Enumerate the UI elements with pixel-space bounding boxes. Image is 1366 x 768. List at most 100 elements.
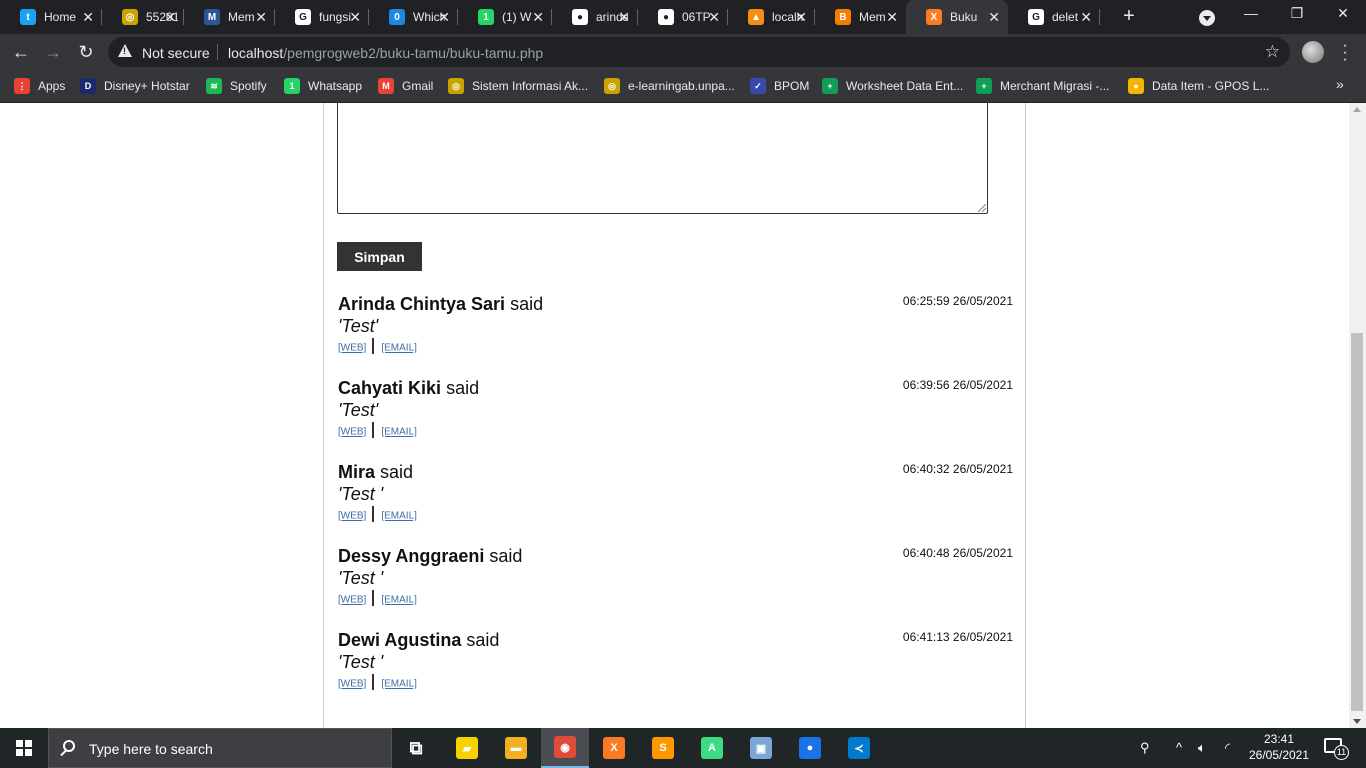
page-scrollbar[interactable] <box>1349 103 1366 728</box>
more-bookmarks-chevron-icon[interactable]: » <box>1336 76 1344 92</box>
volume-icon[interactable]: 🔈︎ <box>1198 740 1206 756</box>
bookmark-item[interactable]: M Gmail <box>378 78 433 94</box>
taskbar-app-button[interactable]: ◉ <box>541 728 589 768</box>
unpad-logo-icon: ◎ <box>604 78 620 94</box>
address-bar[interactable]: Not secure localhost/pemgrogweb2/buku-ta… <box>108 37 1290 67</box>
browser-tab[interactable]: ◎ 55201 ✕ <box>102 0 184 34</box>
email-link[interactable]: [EMAIL] <box>381 343 417 354</box>
close-tab-icon[interactable]: ✕ <box>988 9 1000 25</box>
web-link[interactable]: [WEB] <box>338 343 366 354</box>
author-name: Mira <box>338 462 376 482</box>
taskbar-app-button[interactable]: ● <box>786 728 834 768</box>
start-button[interactable] <box>0 728 48 768</box>
web-link[interactable]: [WEB] <box>338 511 366 522</box>
taskbar-app-button[interactable]: ≺ <box>835 728 883 768</box>
more-menu-icon[interactable]: · · · <box>1340 38 1350 68</box>
close-tab-icon[interactable]: ✕ <box>618 9 630 25</box>
forward-arrow-icon[interactable]: → <box>42 41 64 63</box>
scroll-down-arrow-icon[interactable] <box>1353 719 1361 724</box>
wifi-icon[interactable]: ◜ <box>1225 740 1230 756</box>
entry-timestamp: 06:25:59 26/05/2021 <box>902 294 1013 308</box>
taskbar-app-button[interactable]: X <box>590 728 638 768</box>
email-link[interactable]: [EMAIL] <box>381 511 417 522</box>
bookmark-item[interactable]: + Merchant Migrasi -... <box>976 78 1109 94</box>
tab-search-icon[interactable] <box>1199 10 1215 26</box>
browser-tab[interactable]: t Home ✕ <box>0 0 102 34</box>
close-tab-icon[interactable]: ✕ <box>438 9 450 25</box>
close-window-button[interactable]: ✕ <box>1333 5 1353 22</box>
profile-avatar[interactable] <box>1302 41 1324 63</box>
browser-tab[interactable]: Gfungsi ✕ <box>275 0 369 34</box>
bookmark-item[interactable]: 1 Whatsapp <box>284 78 362 94</box>
bookmark-item[interactable]: ⋮ Apps <box>14 78 65 94</box>
browser-tab[interactable]: B Mem ✕ <box>815 0 906 34</box>
omnibox-divider <box>217 44 218 60</box>
bookmark-item[interactable]: ◎ e-learningab.unpa... <box>604 78 735 94</box>
taskbar-app-button[interactable]: S <box>639 728 687 768</box>
taskbar-app-button[interactable]: ▣ <box>737 728 785 768</box>
close-tab-icon[interactable]: ✕ <box>886 9 898 25</box>
browser-tab[interactable]: 0 Which ✕ <box>369 0 458 34</box>
close-tab-icon[interactable]: ✕ <box>349 9 361 25</box>
browser-tab[interactable]: 1 (1) W ✕ <box>458 0 552 34</box>
web-link[interactable]: [WEB] <box>338 679 366 690</box>
bookmark-item[interactable]: + Worksheet Data Ent... <box>822 78 963 94</box>
bookmark-label: Whatsapp <box>308 79 363 93</box>
scrollbar-thumb[interactable] <box>1351 333 1363 711</box>
system-clock[interactable]: 23:41 26/05/2021 <box>1244 731 1314 763</box>
email-link[interactable]: [EMAIL] <box>381 679 417 690</box>
browser-tab[interactable]: M Mem ✕ <box>184 0 275 34</box>
minimize-button[interactable]: — <box>1241 5 1261 21</box>
url-text[interactable]: localhost/pemgrogweb2/buku-tamu/buku-tam… <box>228 45 543 61</box>
bookmark-star-icon[interactable]: ☆ <box>1265 42 1280 62</box>
new-tab-button[interactable]: + <box>1118 5 1140 28</box>
message-textarea[interactable] <box>337 103 988 214</box>
browser-tab[interactable]: Gdelet ✕ <box>1008 0 1100 34</box>
sheets-icon: + <box>822 78 838 94</box>
bpom-icon: ✓ <box>750 78 766 94</box>
bookmark-label: Merchant Migrasi -... <box>1000 79 1110 93</box>
back-arrow-icon[interactable]: ← <box>10 41 32 63</box>
save-button[interactable]: Simpan <box>337 242 422 271</box>
browser-tab[interactable]: X Buku ✕ <box>906 0 1008 34</box>
people-icon[interactable]: ⚲ <box>1140 740 1150 756</box>
browser-tab[interactable]: ▲ localh ✕ <box>728 0 815 34</box>
github-icon: ● <box>572 9 588 25</box>
bookmark-item[interactable]: ◎ Sistem Informasi Ak... <box>448 78 588 94</box>
resize-handle-icon[interactable] <box>978 204 986 212</box>
email-link[interactable]: [EMAIL] <box>381 595 417 606</box>
close-tab-icon[interactable]: ✕ <box>795 9 807 25</box>
taskbar-search-box[interactable]: Type here to search <box>48 728 392 768</box>
action-center-icon[interactable]: 11 <box>1324 738 1349 760</box>
browser-tab[interactable]: ● 06TP ✕ <box>638 0 728 34</box>
close-tab-icon[interactable]: ✕ <box>708 9 720 25</box>
tab-separator <box>101 9 102 25</box>
restore-button[interactable]: ❐ <box>1287 5 1307 22</box>
close-tab-icon[interactable]: ✕ <box>532 9 544 25</box>
web-link[interactable]: [WEB] <box>338 427 366 438</box>
show-hidden-icons-chevron-icon[interactable]: ^ <box>1176 740 1182 755</box>
gmail-icon: M <box>378 78 394 94</box>
close-tab-icon[interactable]: ✕ <box>255 9 267 25</box>
browser-tab[interactable]: ● arinda ✕ <box>552 0 638 34</box>
security-indicator[interactable]: Not secure <box>142 45 210 61</box>
unpad-logo-icon: ◎ <box>448 78 464 94</box>
bookmark-item[interactable]: D Disney+ Hotstar <box>80 78 190 94</box>
close-tab-icon[interactable]: ✕ <box>1080 9 1092 25</box>
bookmark-item[interactable]: ≋ Spotify <box>206 78 267 94</box>
web-link[interactable]: [WEB] <box>338 595 366 606</box>
guestbook-container: Simpan Arinda Chintya Sari said 06:25:59 … <box>323 103 1026 728</box>
bookmark-item[interactable]: ✓ BPOM <box>750 78 809 94</box>
email-link[interactable]: [EMAIL] <box>381 427 417 438</box>
scroll-up-arrow-icon[interactable] <box>1353 107 1361 112</box>
taskbar-app-button[interactable]: ▬ <box>492 728 540 768</box>
close-tab-icon[interactable]: ✕ <box>82 9 94 25</box>
bookmark-item[interactable]: ● Data Item - GPOS L... <box>1128 78 1269 94</box>
taskbar-app-button[interactable]: ⧉ <box>392 728 440 768</box>
tab-separator <box>727 9 728 25</box>
reload-icon[interactable]: ↻ <box>75 41 97 63</box>
close-tab-icon[interactable]: ✕ <box>164 9 176 25</box>
taskbar-app-button[interactable]: ▰ <box>443 728 491 768</box>
taskbar-app-button[interactable]: A <box>688 728 736 768</box>
warning-triangle-icon[interactable] <box>118 44 132 57</box>
